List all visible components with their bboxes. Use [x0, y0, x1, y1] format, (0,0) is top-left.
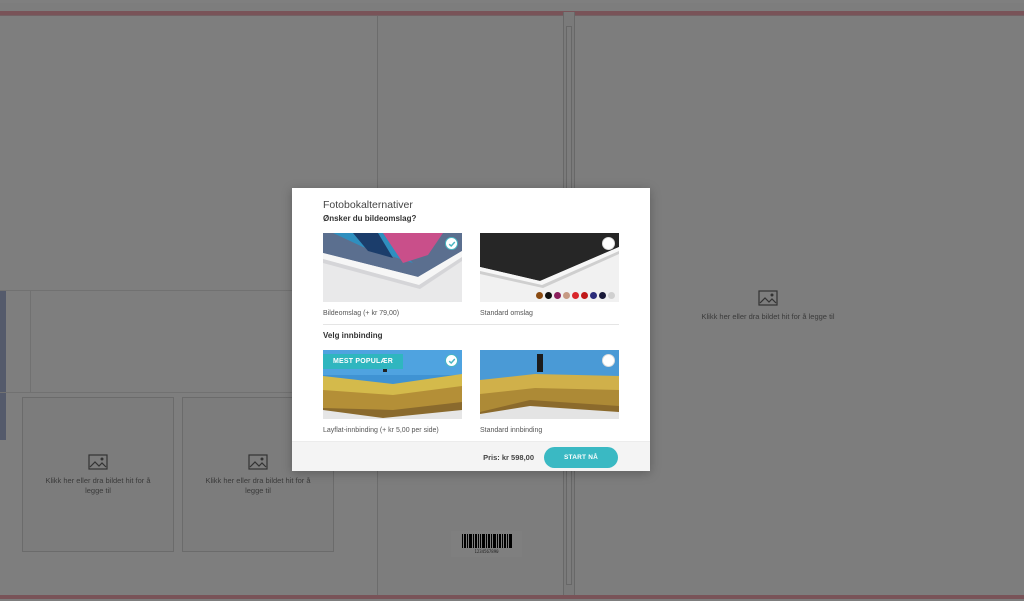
layflat-binding-image: MEST POPULÆR: [323, 350, 462, 419]
cover-color-swatch[interactable]: [599, 292, 606, 299]
section-divider: [323, 324, 619, 325]
cover-section-title: Ønsker du bildeomslag?: [323, 214, 417, 223]
cover-color-swatch[interactable]: [608, 292, 615, 299]
option-photo-cover[interactable]: Bildeomslag (+ kr 79,00): [323, 233, 462, 317]
photobook-options-dialog: Fotobokalternativer Ønsker du bildeomsla…: [292, 188, 650, 471]
layflat-binding-radio[interactable]: [445, 354, 458, 367]
layflat-binding-label: Layflat-innbinding (+ kr 5,00 per side): [323, 427, 439, 434]
standard-cover-radio[interactable]: [602, 237, 615, 250]
cover-color-swatch[interactable]: [554, 292, 561, 299]
check-icon: [448, 241, 455, 247]
cover-color-swatch[interactable]: [536, 292, 543, 299]
standard-binding-label: Standard innbinding: [480, 427, 543, 434]
cover-color-swatch[interactable]: [581, 292, 588, 299]
price-label: Pris: kr 598,00: [483, 453, 534, 462]
start-button[interactable]: START NÅ: [544, 447, 618, 468]
standard-binding-radio[interactable]: [602, 354, 615, 367]
binding-section-title: Velg innbinding: [323, 331, 383, 340]
standard-cover-label: Standard omslag: [480, 310, 533, 317]
cover-color-swatch[interactable]: [572, 292, 579, 299]
photo-cover-radio[interactable]: [445, 237, 458, 250]
dialog-footer: Pris: kr 598,00 START NÅ: [292, 441, 650, 471]
option-standard-binding[interactable]: Standard innbinding: [480, 350, 619, 434]
check-icon: [448, 358, 455, 364]
cover-color-swatch[interactable]: [563, 292, 570, 299]
standard-cover-image: [480, 233, 619, 302]
option-standard-cover[interactable]: Standard omslag: [480, 233, 619, 317]
standard-binding-image: [480, 350, 619, 419]
cover-color-swatches: [536, 292, 615, 299]
dialog-title: Fotobokalternativer: [323, 199, 413, 211]
photo-cover-image: [323, 233, 462, 302]
option-layflat-binding[interactable]: MEST POPULÆR Layflat-innbinding (+ kr 5,…: [323, 350, 462, 434]
cover-color-swatch[interactable]: [590, 292, 597, 299]
photo-cover-label: Bildeomslag (+ kr 79,00): [323, 310, 400, 317]
most-popular-badge: MEST POPULÆR: [323, 354, 403, 369]
cover-color-swatch[interactable]: [545, 292, 552, 299]
